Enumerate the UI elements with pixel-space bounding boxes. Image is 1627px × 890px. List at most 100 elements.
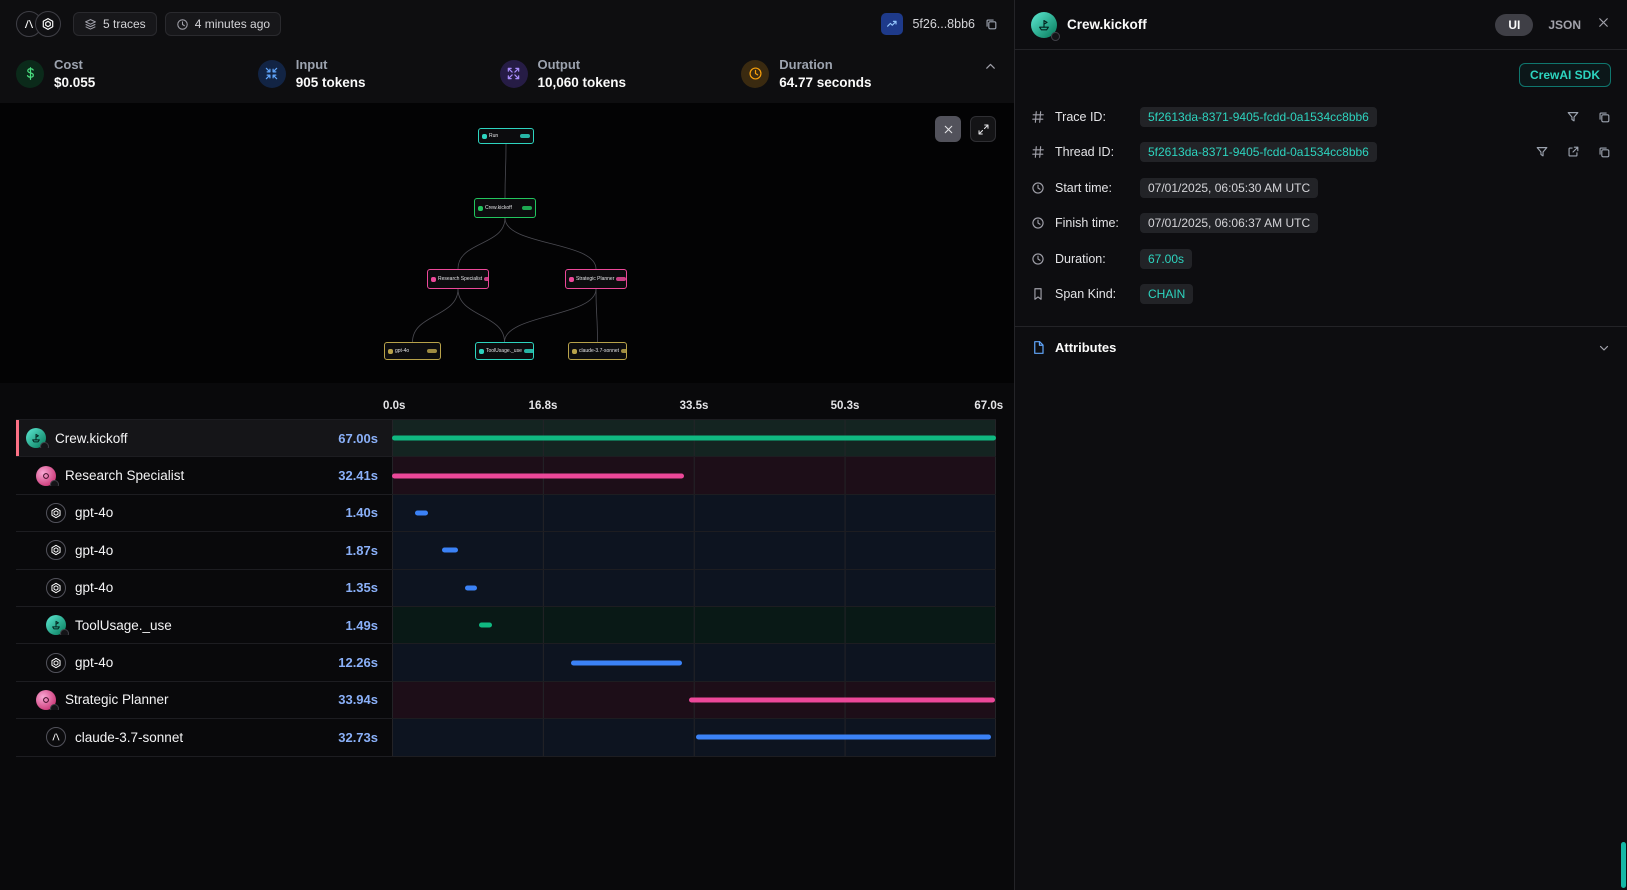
crew-icon — [26, 428, 46, 448]
span-bar-track — [392, 607, 996, 643]
arrows-in-icon — [258, 60, 286, 88]
graph-node-claude[interactable]: claude-3.7-sonnet — [568, 342, 627, 360]
funnel-icon[interactable] — [1566, 110, 1580, 124]
arrows-out-icon — [500, 60, 528, 88]
detail-field: Finish time: 07/01/2025, 06:06:37 AM UTC — [1031, 206, 1611, 242]
span-bar[interactable] — [442, 548, 459, 553]
span-row[interactable]: gpt-4o1.87s — [16, 532, 996, 569]
node-duration-badge — [524, 349, 534, 353]
span-duration: 1.40s — [328, 505, 392, 520]
metrics-icon[interactable] — [881, 13, 903, 35]
field-value[interactable]: 67.00s — [1140, 249, 1192, 269]
copy-icon[interactable] — [1597, 110, 1611, 124]
span-graph: Run Crew.kickoff Research Specialist Strate… — [0, 103, 1014, 383]
openai-icon — [388, 349, 393, 354]
stat-value: 10,060 tokens — [538, 75, 627, 90]
field-value[interactable]: CHAIN — [1140, 284, 1193, 304]
traces-count-badge[interactable]: 5 traces — [73, 12, 157, 36]
trace-main-panel: 5 traces 4 minutes ago 5f26...8bb6 Cost$… — [0, 0, 1014, 890]
span-bar-track — [392, 532, 996, 568]
stat-value: $0.055 — [54, 75, 95, 90]
span-detail-panel: Crew.kickoff UI JSON CrewAI SDK Trace ID… — [1014, 0, 1627, 890]
attributes-section[interactable]: Attributes — [1015, 326, 1627, 368]
axis-tick: 33.5s — [680, 400, 709, 412]
stat-cost: Cost$0.055 — [16, 57, 258, 90]
detail-field: Span Kind:CHAIN — [1031, 277, 1611, 313]
span-row[interactable]: gpt-4o1.40s — [16, 495, 996, 532]
span-bar[interactable] — [571, 660, 682, 665]
span-row[interactable]: gpt-4o12.26s — [16, 644, 996, 681]
field-label: Start time: — [1055, 181, 1131, 195]
span-bar-track — [392, 644, 996, 680]
graph-node-sp[interactable]: Strategic Planner — [565, 269, 627, 289]
span-bar-track — [392, 495, 996, 531]
close-panel-icon[interactable] — [1596, 15, 1611, 35]
agentops-subbadge — [1051, 32, 1060, 41]
field-value[interactable]: 5f2613da-8371-9405-fcdd-0a1534cc8bb6 — [1140, 107, 1377, 127]
node-duration-badge — [621, 349, 627, 353]
tab-json[interactable]: JSON — [1548, 18, 1581, 32]
stat-output: Output10,060 tokens — [500, 57, 742, 90]
node-duration-badge — [520, 134, 530, 138]
field-value[interactable]: 5f2613da-8371-9405-fcdd-0a1534cc8bb6 — [1140, 142, 1377, 162]
span-row[interactable]: Strategic Planner33.94s — [16, 682, 996, 719]
span-name: claude-3.7-sonnet — [75, 730, 183, 745]
crew-icon — [478, 206, 483, 211]
span-bar-track — [392, 682, 996, 718]
copy-icon[interactable] — [1597, 145, 1611, 159]
openai-icon — [46, 578, 66, 598]
detail-field: Thread ID:5f2613da-8371-9405-fcdd-0a1534… — [1031, 135, 1611, 171]
graph-node-label: ToolUsage._use — [486, 348, 522, 354]
tab-ui[interactable]: UI — [1495, 14, 1533, 36]
span-bar[interactable] — [689, 697, 995, 702]
span-bar[interactable] — [392, 473, 684, 478]
span-duration: 32.41s — [328, 468, 392, 483]
clock-icon — [176, 18, 189, 31]
span-row[interactable]: Research Specialist32.41s — [16, 457, 996, 494]
span-duration: 67.00s — [328, 431, 392, 446]
span-duration: 1.35s — [328, 580, 392, 595]
stats-row: Cost$0.055Input905 tokensOutput10,060 to… — [0, 48, 1014, 103]
clock-icon — [1031, 252, 1046, 266]
node-duration-badge — [484, 277, 489, 281]
span-bar-track — [392, 719, 996, 755]
graph-node-tool[interactable]: ToolUsage._use — [475, 342, 534, 360]
sdk-badge: CrewAI SDK — [1519, 63, 1611, 87]
graph-node-rs[interactable]: Research Specialist — [427, 269, 489, 289]
collapse-stats-icon[interactable] — [983, 59, 998, 74]
agent-icon — [36, 690, 56, 710]
graph-close-button[interactable] — [935, 116, 961, 142]
field-label: Duration: — [1055, 252, 1131, 266]
openai-icon — [46, 503, 66, 523]
span-bar[interactable] — [696, 735, 991, 740]
span-row[interactable]: Crew.kickoff67.00s — [16, 420, 996, 457]
span-row[interactable]: claude-3.7-sonnet32.73s — [16, 719, 996, 756]
field-value[interactable]: 07/01/2025, 06:05:30 AM UTC — [1140, 178, 1318, 198]
graph-node-crew[interactable]: Crew.kickoff — [474, 198, 536, 218]
funnel-icon[interactable] — [1535, 145, 1549, 159]
clock-icon — [741, 60, 769, 88]
detail-field: Duration: 67.00s — [1031, 241, 1611, 277]
span-bar[interactable] — [392, 436, 996, 441]
anthropic-icon — [46, 727, 66, 747]
graph-node-label: Strategic Planner — [576, 276, 614, 282]
external-icon[interactable] — [1566, 145, 1580, 159]
graph-node-label: Run — [489, 133, 498, 139]
span-bar[interactable] — [415, 510, 428, 515]
span-row[interactable]: gpt-4o1.35s — [16, 570, 996, 607]
graph-node-gpt[interactable]: gpt-4o — [384, 342, 441, 360]
span-bar[interactable] — [465, 585, 477, 590]
graph-expand-button[interactable] — [970, 116, 996, 142]
chevron-down-icon[interactable] — [1597, 341, 1611, 355]
page-scrollbar-thumb[interactable] — [1621, 842, 1626, 888]
stat-label: Duration — [779, 57, 871, 72]
hash-icon — [1031, 110, 1046, 124]
traces-count-label: 5 traces — [103, 17, 146, 31]
stat-label: Input — [296, 57, 366, 72]
span-row[interactable]: ToolUsage._use1.49s — [16, 607, 996, 644]
copy-trace-id-icon[interactable] — [984, 17, 998, 31]
field-value[interactable]: 07/01/2025, 06:06:37 AM UTC — [1140, 213, 1318, 233]
field-label: Finish time: — [1055, 216, 1131, 230]
span-bar[interactable] — [479, 623, 492, 628]
graph-node-run[interactable]: Run — [478, 128, 534, 144]
